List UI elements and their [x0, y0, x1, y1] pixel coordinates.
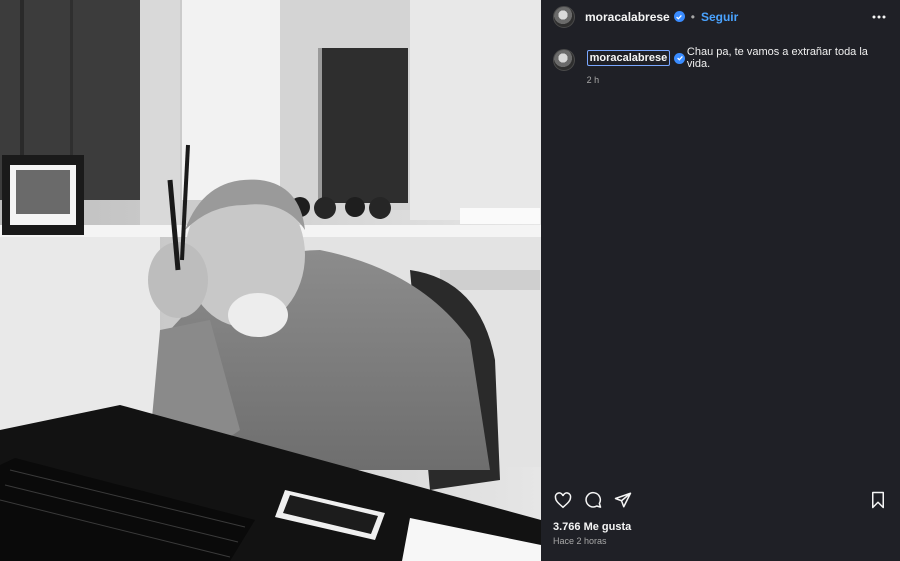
author-avatar[interactable]	[553, 5, 575, 28]
verified-badge-icon	[674, 52, 685, 64]
send-icon[interactable]	[613, 490, 633, 510]
caption-text: Chau pa, te vamos a extrañar toda la vid…	[686, 46, 868, 70]
instagram-post-view: moracalabrese • Seguir moracalabrese Cha…	[0, 0, 900, 561]
post-image	[0, 0, 541, 561]
comment-icon[interactable]	[583, 490, 603, 510]
post-actions	[553, 489, 888, 511]
author-username[interactable]: moracalabrese	[585, 10, 670, 24]
post-caption: moracalabrese Chau pa, te vamos a extrañ…	[553, 46, 888, 85]
bookmark-icon[interactable]	[868, 490, 888, 510]
separator-dot: •	[690, 9, 695, 24]
post-photo[interactable]	[0, 0, 541, 561]
caption-line: moracalabrese Chau pa, te vamos a extrañ…	[586, 46, 888, 70]
caption-body: moracalabrese Chau pa, te vamos a extrañ…	[586, 46, 888, 85]
post-date[interactable]: Hace 2 horas	[553, 536, 607, 546]
follow-button[interactable]: Seguir	[701, 10, 738, 24]
caption-avatar[interactable]	[553, 49, 575, 71]
like-count[interactable]: 3.766 Me gusta	[553, 521, 631, 533]
caption-timestamp[interactable]: 2 h	[587, 75, 888, 85]
verified-badge-icon	[673, 11, 685, 22]
heart-icon[interactable]	[553, 490, 573, 510]
more-options-icon[interactable]	[870, 8, 888, 26]
post-side-panel: moracalabrese • Seguir moracalabrese Cha…	[541, 0, 900, 561]
caption-username[interactable]: moracalabrese	[586, 50, 671, 66]
post-header: moracalabrese • Seguir	[541, 0, 900, 33]
